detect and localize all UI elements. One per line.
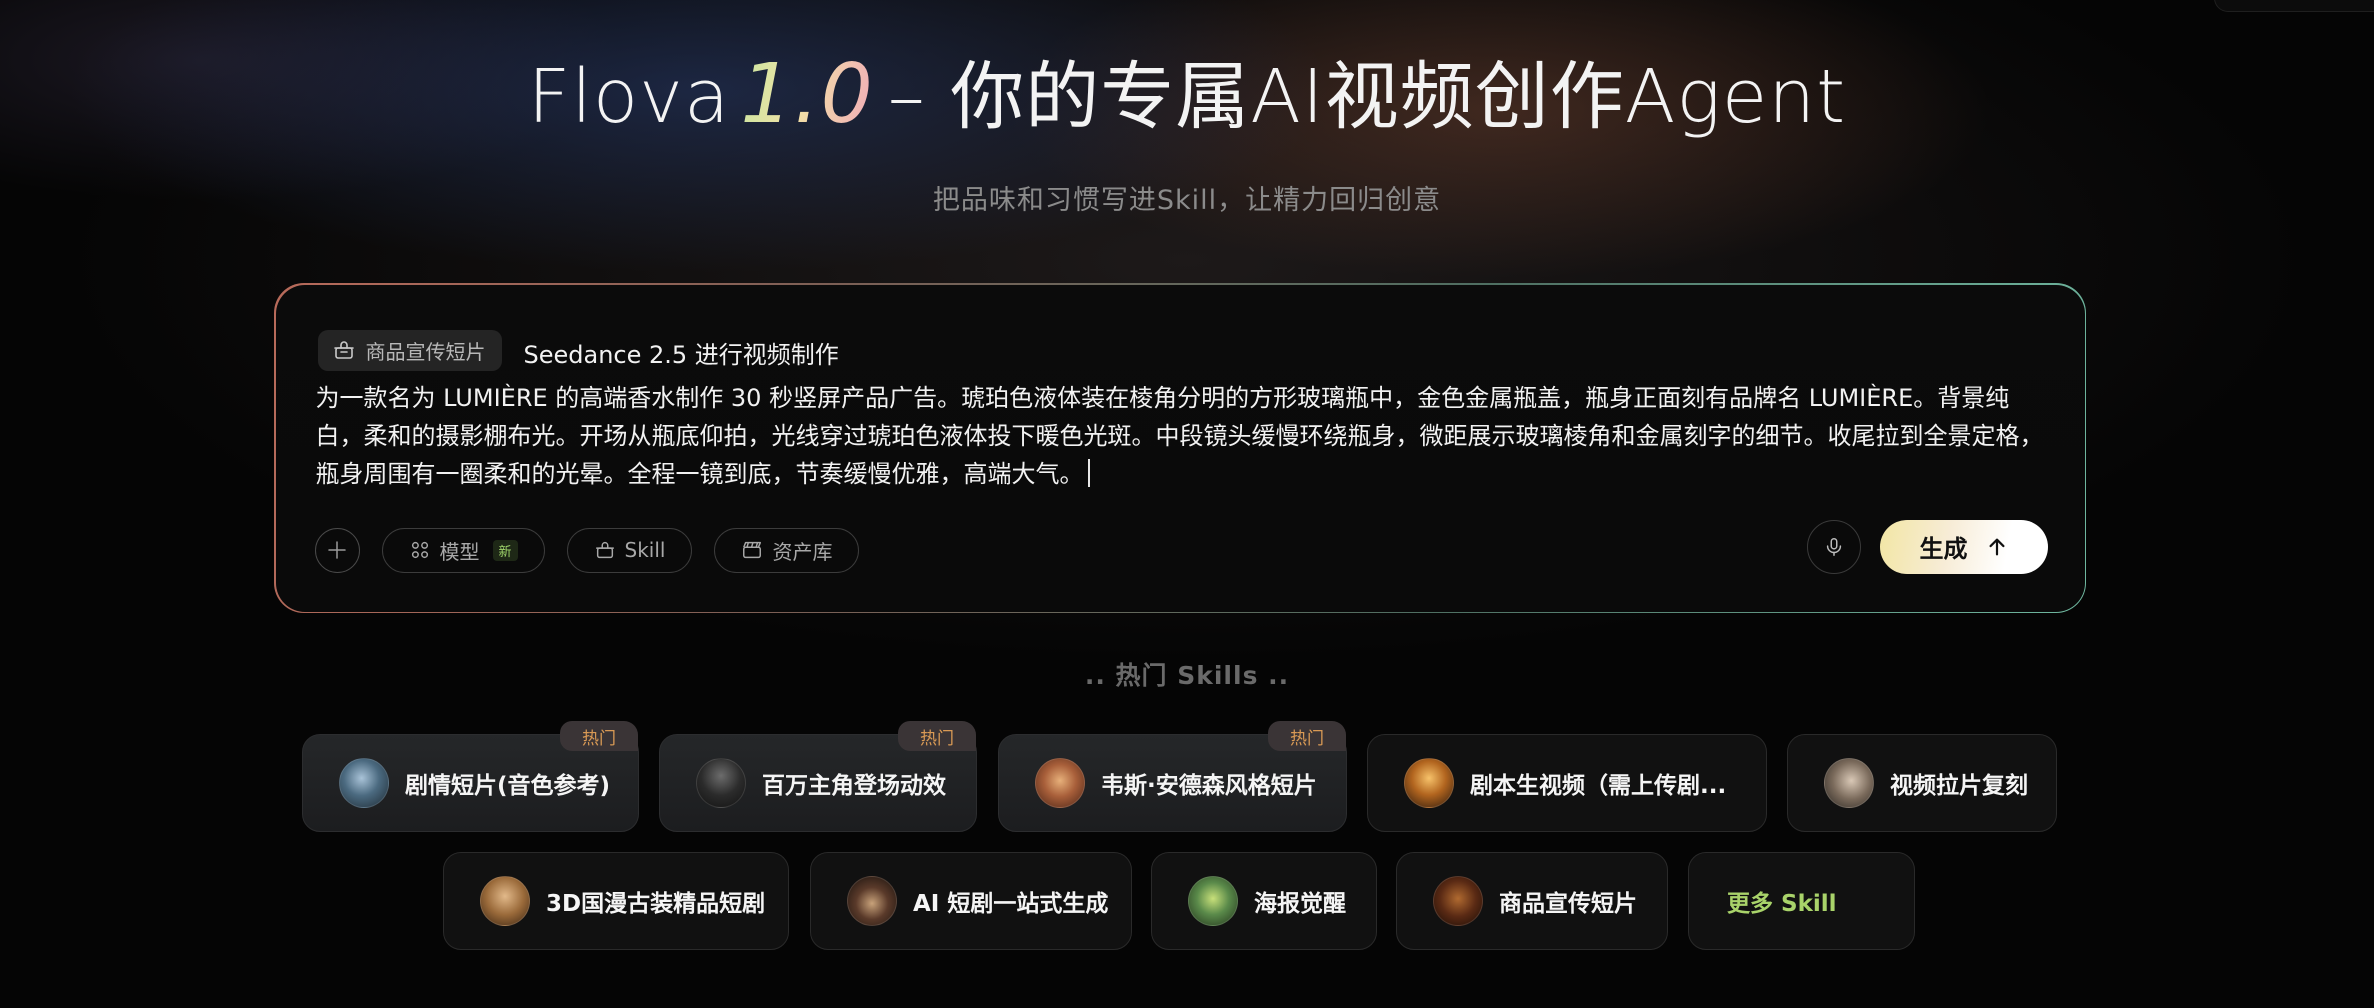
gift-box-icon xyxy=(333,341,354,359)
skill-card-label: AI 短剧一站式生成 xyxy=(913,891,1109,917)
skill-thumbnail xyxy=(480,876,530,926)
generate-button[interactable]: 生成 xyxy=(1879,519,2048,574)
hot-badge: 热门 xyxy=(898,721,976,751)
hero-title: Flova 1.0– 你的专属AI视频创作Agent xyxy=(0,46,2374,144)
prompt-composer: 商品宣传短片 Seedance 2.5 进行视频制作 为一款名为 LUMIÈRE… xyxy=(274,283,2086,613)
hot-badge: 热门 xyxy=(560,721,638,751)
skill-card[interactable]: AI 短剧一站式生成 xyxy=(810,852,1132,950)
skill-card-label: 剧情短片(音色参考) xyxy=(405,773,611,799)
brand-version: 1.0 xyxy=(740,47,874,142)
skill-card-label: 韦斯·安德森风格短片 xyxy=(1101,773,1317,799)
skill-thumbnail xyxy=(1404,758,1454,808)
model-button[interactable]: 模型 新 xyxy=(381,527,545,573)
skill-card[interactable]: 海报觉醒 xyxy=(1151,852,1377,950)
more-skills-button[interactable]: 更多 Skill xyxy=(1688,852,1915,950)
grid-icon xyxy=(411,541,428,559)
skill-card[interactable]: 商品宣传短片 xyxy=(1396,852,1668,950)
skill-button-label: Skill xyxy=(624,538,666,562)
voice-input-button[interactable] xyxy=(1806,519,1861,574)
skill-card-label: 海报觉醒 xyxy=(1254,891,1346,917)
more-skills-label: 更多 Skill xyxy=(1727,891,1837,917)
skill-card-label: 商品宣传短片 xyxy=(1499,891,1637,917)
skill-thumbnail xyxy=(847,876,897,926)
hot-badge: 热门 xyxy=(1268,721,1346,751)
hero-tagline: – 你的专属AI视频创作Agent xyxy=(887,54,1847,140)
skill-card[interactable]: 热门 剧情短片(音色参考) xyxy=(302,721,639,832)
asset-library-button[interactable]: 资产库 xyxy=(714,527,860,573)
model-button-label: 模型 xyxy=(439,539,480,564)
plus-icon xyxy=(328,541,346,559)
skill-card[interactable]: 3D国漫古装精品短剧 xyxy=(443,852,789,950)
selected-skill-chip[interactable]: 商品宣传短片 xyxy=(317,329,502,371)
skill-thumbnail xyxy=(1035,758,1085,808)
skill-thumbnail xyxy=(1433,876,1483,926)
model-line: Seedance 2.5 进行视频制作 xyxy=(523,340,839,369)
hot-skills-header: .. 热门 Skills .. xyxy=(1084,661,1290,690)
skill-card[interactable]: 热门 韦斯·安德森风格短片 xyxy=(998,721,1347,832)
prompt-text: 为一款名为 LUMIÈRE 的高端香水制作 30 秒竖屏产品广告。琥珀色液体装在… xyxy=(315,383,2044,488)
skill-card-label: 视频拉片复刻 xyxy=(1890,773,2028,799)
skill-thumbnail xyxy=(696,758,746,808)
arrow-up-icon xyxy=(1988,538,2005,555)
generate-button-label: 生成 xyxy=(1919,535,1968,563)
skill-card-label: 剧本生视频（需上传剧... xyxy=(1470,773,1727,799)
top-right-button[interactable] xyxy=(2214,0,2374,12)
brand-name: Flova xyxy=(527,54,731,140)
skill-card-label: 3D国漫古装精品短剧 xyxy=(546,891,766,917)
composer-toolbar: 模型 新 Skill 资产库 xyxy=(314,527,860,573)
skill-chip-label: 商品宣传短片 xyxy=(365,339,486,364)
skill-card[interactable]: 视频拉片复刻 xyxy=(1787,734,2057,832)
skill-thumbnail xyxy=(339,758,389,808)
composer-body: 商品宣传短片 Seedance 2.5 进行视频制作 为一款名为 LUMIÈRE… xyxy=(275,284,2085,612)
add-attachment-button[interactable] xyxy=(314,527,360,573)
new-badge: 新 xyxy=(492,539,518,561)
skill-button[interactable]: Skill xyxy=(566,527,693,573)
skill-card[interactable]: 剧本生视频（需上传剧... xyxy=(1367,734,1767,832)
microphone-icon xyxy=(1826,537,1841,556)
skill-thumbnail xyxy=(1188,876,1238,926)
skill-card[interactable]: 热门 百万主角登场动效 xyxy=(659,721,977,832)
prompt-textarea[interactable]: 为一款名为 LUMIÈRE 的高端香水制作 30 秒竖屏产品广告。琥珀色液体装在… xyxy=(316,379,2046,493)
clapperboard-icon xyxy=(743,541,762,559)
skill-thumbnail xyxy=(1824,758,1874,808)
asset-library-label: 资产库 xyxy=(772,539,833,564)
text-caret xyxy=(1087,458,1090,487)
skill-card-label: 百万主角登场动效 xyxy=(762,773,946,799)
page: Flova 1.0– 你的专属AI视频创作Agent 把品味和习惯写进Skill，… xyxy=(0,0,2374,1008)
gift-box-icon xyxy=(595,542,614,559)
hero-subtitle: 把品味和习惯写进Skill，让精力回归创意 xyxy=(932,185,1442,216)
